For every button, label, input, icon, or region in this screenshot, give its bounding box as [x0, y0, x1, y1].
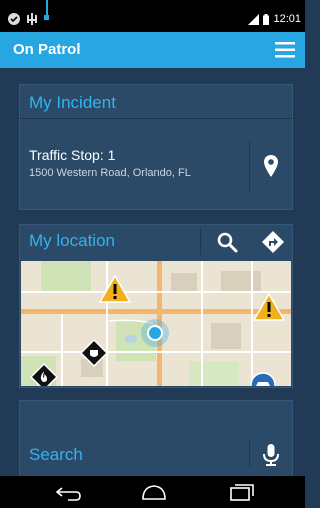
home-button[interactable] [139, 482, 169, 502]
signal-icon [248, 13, 260, 25]
status-icons-left [8, 13, 38, 25]
divider [20, 118, 292, 119]
directions-button[interactable] [261, 230, 285, 254]
current-location-icon[interactable] [141, 319, 169, 347]
police-badge-icon[interactable] [80, 339, 108, 367]
back-button[interactable] [54, 482, 84, 502]
warning-icon[interactable] [253, 293, 285, 321]
warning-icon[interactable] [99, 275, 131, 303]
callout-line [46, 0, 48, 16]
police-car-icon[interactable] [250, 372, 276, 386]
location-search-button[interactable] [215, 230, 239, 254]
app-title: On Patrol [13, 41, 81, 58]
current-location-dot [147, 325, 163, 341]
search-card-title: Search [29, 445, 83, 464]
hamburger-menu-icon [275, 42, 295, 58]
microphone-icon [263, 444, 279, 466]
location-map[interactable] [21, 261, 291, 386]
status-icons-right: 12:01 [248, 13, 301, 25]
home-icon [142, 485, 166, 500]
app-bar: On Patrol [0, 32, 305, 68]
directions-icon [262, 231, 284, 253]
recent-apps-icon [230, 484, 254, 501]
incident-card-title: My Incident [29, 93, 116, 112]
divider [249, 141, 250, 191]
callout-marker [44, 15, 49, 20]
location-card: My location [19, 224, 293, 388]
location-pin-icon [264, 155, 278, 177]
usb-icon [27, 13, 37, 25]
battery-icon [263, 13, 270, 25]
incident-card[interactable]: My Incident Traffic Stop: 1 1500 Western… [19, 84, 293, 210]
divider [249, 441, 250, 467]
recent-apps-button[interactable] [227, 482, 257, 502]
status-time: 12:01 [273, 13, 301, 25]
voice-search-button[interactable] [260, 443, 282, 467]
back-icon [55, 487, 81, 501]
system-nav-bar [0, 476, 305, 508]
check-circle-icon [8, 13, 20, 25]
search-card[interactable]: Search [19, 400, 293, 478]
incident-location-button[interactable] [256, 151, 286, 181]
menu-button[interactable] [275, 41, 295, 59]
incident-address: 1500 Western Road, Orlando, FL [29, 167, 191, 179]
divider [200, 229, 201, 255]
search-icon [217, 232, 238, 253]
incident-name: Traffic Stop: 1 [29, 147, 116, 163]
fire-icon[interactable] [30, 363, 58, 386]
location-card-title: My location [29, 231, 115, 250]
